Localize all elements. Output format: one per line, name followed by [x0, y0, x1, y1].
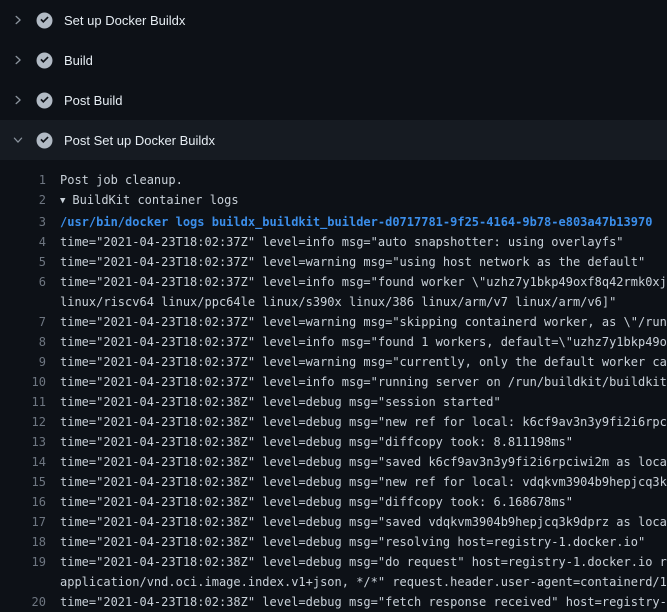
- step-title: Set up Docker Buildx: [64, 13, 185, 28]
- steps-list: Set up Docker Buildx Build Post Build Post …: [0, 0, 667, 160]
- log-lines: 1Post job cleanup.2 ▼ BuildKit container l…: [0, 160, 667, 612]
- log-line: 10time="2021-04-23T18:02:37Z" level=info…: [0, 372, 667, 392]
- triangle-down-icon: ▼: [60, 191, 65, 211]
- line-number[interactable]: 13: [0, 432, 46, 452]
- log-text: time="2021-04-23T18:02:38Z" level=debug …: [46, 412, 667, 432]
- log-line: 6time="2021-04-23T18:02:37Z" level=info …: [0, 272, 667, 312]
- step-title: Post Set up Docker Buildx: [64, 133, 215, 148]
- log-text: time="2021-04-23T18:02:38Z" level=debug …: [46, 392, 667, 412]
- log-line: 13time="2021-04-23T18:02:38Z" level=debu…: [0, 432, 667, 452]
- log-text: time="2021-04-23T18:02:38Z" level=debug …: [46, 472, 667, 492]
- line-number[interactable]: 1: [0, 170, 46, 190]
- check-circle-icon: [36, 12, 53, 29]
- line-number[interactable]: 15: [0, 472, 46, 492]
- step-header[interactable]: Post Set up Docker Buildx: [0, 120, 667, 160]
- log-text: Post job cleanup.: [46, 170, 667, 190]
- line-number[interactable]: 16: [0, 492, 46, 512]
- log-text: time="2021-04-23T18:02:37Z" level=info m…: [46, 272, 667, 312]
- log-line: 14time="2021-04-23T18:02:38Z" level=debu…: [0, 452, 667, 472]
- log-text: time="2021-04-23T18:02:38Z" level=debug …: [46, 452, 667, 472]
- chevron-right-icon: [12, 54, 28, 66]
- step-header[interactable]: Post Build: [0, 80, 667, 120]
- log-text: time="2021-04-23T18:02:38Z" level=debug …: [46, 592, 667, 612]
- log-text: time="2021-04-23T18:02:38Z" level=debug …: [46, 492, 667, 512]
- line-number[interactable]: 11: [0, 392, 46, 412]
- log-line: 8time="2021-04-23T18:02:37Z" level=info …: [0, 332, 667, 352]
- log-line: 19time="2021-04-23T18:02:38Z" level=debu…: [0, 552, 667, 592]
- log-text: time="2021-04-23T18:02:38Z" level=debug …: [46, 432, 667, 452]
- log-text: time="2021-04-23T18:02:38Z" level=debug …: [46, 532, 667, 552]
- line-number[interactable]: 18: [0, 532, 46, 552]
- step-title: Build: [64, 53, 93, 68]
- line-number[interactable]: 9: [0, 352, 46, 372]
- log-text: time="2021-04-23T18:02:37Z" level=warnin…: [46, 352, 667, 372]
- log-line: 20time="2021-04-23T18:02:38Z" level=debu…: [0, 592, 667, 612]
- check-circle-icon: [36, 132, 53, 149]
- log-line: 18time="2021-04-23T18:02:38Z" level=debu…: [0, 532, 667, 552]
- step-header[interactable]: Set up Docker Buildx: [0, 0, 667, 40]
- log-line: 3/usr/bin/docker logs buildx_buildkit_bu…: [0, 212, 667, 232]
- line-number[interactable]: 8: [0, 332, 46, 352]
- log-text: time="2021-04-23T18:02:38Z" level=debug …: [46, 552, 667, 592]
- log-line: 1Post job cleanup.: [0, 170, 667, 190]
- log-line: 4time="2021-04-23T18:02:37Z" level=info …: [0, 232, 667, 252]
- step-header[interactable]: Build: [0, 40, 667, 80]
- line-number[interactable]: 12: [0, 412, 46, 432]
- log-line: 2 ▼ BuildKit container logs: [0, 190, 667, 212]
- chevron-down-icon: [12, 134, 28, 146]
- log-line: 7time="2021-04-23T18:02:37Z" level=warni…: [0, 312, 667, 332]
- line-number[interactable]: 6: [0, 272, 46, 312]
- chevron-right-icon: [12, 94, 28, 106]
- line-number[interactable]: 20: [0, 592, 46, 612]
- log-text: time="2021-04-23T18:02:38Z" level=debug …: [46, 512, 667, 532]
- line-number[interactable]: 14: [0, 452, 46, 472]
- log-line: 12time="2021-04-23T18:02:38Z" level=debu…: [0, 412, 667, 432]
- line-number[interactable]: 7: [0, 312, 46, 332]
- chevron-right-icon: [12, 14, 28, 26]
- log-line: 17time="2021-04-23T18:02:38Z" level=debu…: [0, 512, 667, 532]
- group-label: BuildKit container logs: [72, 193, 238, 207]
- line-number[interactable]: 2: [0, 190, 46, 212]
- line-number[interactable]: 17: [0, 512, 46, 532]
- log-text: time="2021-04-23T18:02:37Z" level=info m…: [46, 332, 667, 352]
- log-text: time="2021-04-23T18:02:37Z" level=warnin…: [46, 252, 667, 272]
- log-line: 16time="2021-04-23T18:02:38Z" level=debu…: [0, 492, 667, 512]
- log-line: 9time="2021-04-23T18:02:37Z" level=warni…: [0, 352, 667, 372]
- log-line: 5time="2021-04-23T18:02:37Z" level=warni…: [0, 252, 667, 272]
- step-title: Post Build: [64, 93, 123, 108]
- line-number[interactable]: 10: [0, 372, 46, 392]
- check-circle-icon: [36, 52, 53, 69]
- line-number[interactable]: 4: [0, 232, 46, 252]
- log-line: 15time="2021-04-23T18:02:38Z" level=debu…: [0, 472, 667, 492]
- actions-log-viewer: Set up Docker Buildx Build Post Build Post …: [0, 0, 667, 600]
- log-group-toggle[interactable]: ▼ BuildKit container logs: [46, 190, 667, 212]
- line-number[interactable]: 19: [0, 552, 46, 592]
- check-circle-icon: [36, 92, 53, 109]
- line-number[interactable]: 3: [0, 212, 46, 232]
- log-text: time="2021-04-23T18:02:37Z" level=info m…: [46, 372, 667, 392]
- log-text: time="2021-04-23T18:02:37Z" level=info m…: [46, 232, 667, 252]
- line-number[interactable]: 5: [0, 252, 46, 272]
- log-line: 11time="2021-04-23T18:02:38Z" level=debu…: [0, 392, 667, 412]
- log-text: time="2021-04-23T18:02:37Z" level=warnin…: [46, 312, 667, 332]
- log-command-text: /usr/bin/docker logs buildx_buildkit_bui…: [46, 212, 667, 232]
